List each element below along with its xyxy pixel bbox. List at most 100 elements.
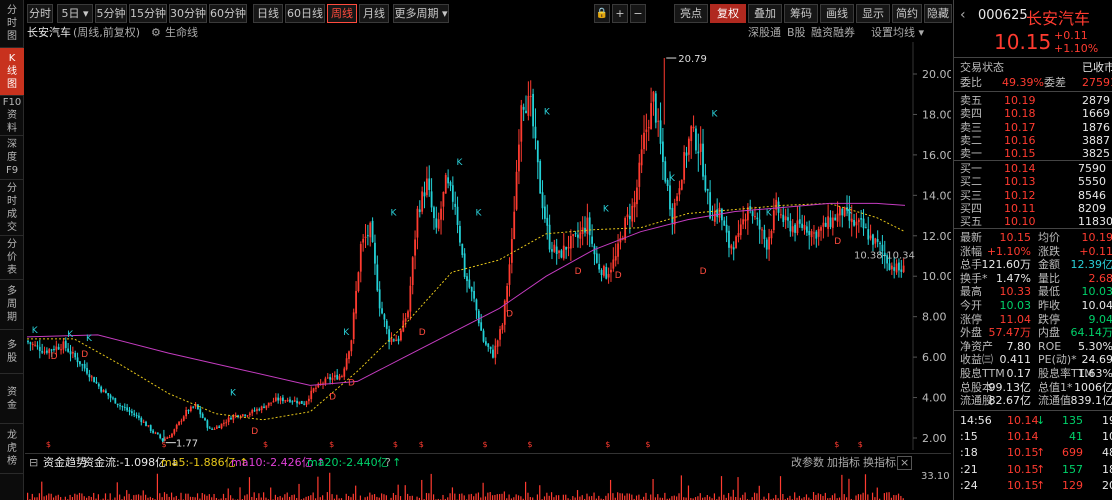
flow-bar xyxy=(581,495,583,500)
candle-body xyxy=(140,417,143,423)
nav-item-9[interactable]: 龙 虎 榜 xyxy=(0,424,24,474)
candle-body xyxy=(650,103,652,130)
candle-body xyxy=(123,407,126,409)
flow-bar xyxy=(508,494,510,500)
period-tab-5min[interactable]: 5分钟 xyxy=(95,4,127,23)
ask-row[interactable]: 卖二 10.16 3887 xyxy=(954,134,1112,147)
flow-bar xyxy=(145,494,147,500)
nav-item-7[interactable]: 多 股 xyxy=(0,330,24,374)
period-tab-week[interactable]: 周线 xyxy=(327,4,357,23)
bid-row[interactable]: 买三 10.12 8546 xyxy=(954,189,1112,202)
y-tick-label: 16.00 xyxy=(922,149,951,162)
d-signal-marker: D xyxy=(251,427,258,437)
more-periods-dropdown[interactable]: 更多周期 ▾ xyxy=(393,4,449,23)
nav-item-4[interactable]: 分 时 成 交 xyxy=(0,180,24,236)
flow-bar xyxy=(83,496,85,500)
stats-row: 净资产 7.80 ROE 5.30% xyxy=(954,340,1112,353)
candle-body xyxy=(175,424,178,429)
link-shengutong[interactable]: 深股通 xyxy=(748,25,781,41)
candle-body xyxy=(341,376,343,378)
display-button[interactable]: 显示 xyxy=(856,4,890,23)
candle-body xyxy=(579,232,582,239)
simple-button[interactable]: 简约 xyxy=(892,4,922,23)
flow-bar xyxy=(97,494,100,500)
adjust-rights-button[interactable]: 复权 xyxy=(710,4,746,23)
close-indicator-icon[interactable]: × xyxy=(897,456,913,470)
fund-flow-svg xyxy=(27,472,904,500)
candle-body xyxy=(45,350,48,353)
stock-name-label: 长安汽车 xyxy=(27,26,71,39)
ask-row[interactable]: 卖一 10.15 3825 xyxy=(954,147,1112,160)
candle-body xyxy=(430,191,433,208)
last-price-annotation: 10.38-10.34 xyxy=(854,251,915,262)
indicator-toggle-icon[interactable]: ⊟ xyxy=(29,454,38,472)
d-signal-marker: D xyxy=(419,328,426,338)
stats-row: 总股本 99.13亿 总值1* 1006亿 xyxy=(954,381,1112,394)
candle-body xyxy=(440,208,442,220)
flow-bar xyxy=(555,495,557,500)
bid-row[interactable]: 买一 10.14 7590 xyxy=(954,162,1112,175)
flow-bar xyxy=(586,493,588,500)
edit-params-button[interactable]: 改参数 xyxy=(791,454,824,472)
period-tab-30min[interactable]: 30分钟 xyxy=(169,4,207,23)
ask-row[interactable]: 卖四 10.18 1669 xyxy=(954,107,1112,120)
flow-bar xyxy=(697,496,699,500)
candle-body xyxy=(433,207,435,219)
period-tab-15min[interactable]: 15分钟 xyxy=(129,4,167,23)
bid-row[interactable]: 买二 10.13 5550 xyxy=(954,175,1112,188)
flow-bar xyxy=(883,493,885,500)
kline-chart[interactable]: 20.00 18.00 16.00 14.00 12.00 10.00 8.00 6.00 4.… xyxy=(25,42,954,450)
set-ma-dropdown[interactable]: 设置均线 ▾ xyxy=(871,25,924,41)
s-signal-marker: $ xyxy=(393,440,398,449)
back-chevron-icon[interactable]: ‹ xyxy=(960,7,966,23)
d-signal-marker: D xyxy=(834,237,841,247)
switch-indicator-button[interactable]: 换指标 xyxy=(863,454,896,472)
lifeline-toggle[interactable]: 生命线 xyxy=(165,25,198,41)
period-tab-day[interactable]: 日线 xyxy=(253,4,283,23)
nav-item-6[interactable]: 多 周 期 xyxy=(0,280,24,330)
period-tab-5day[interactable]: 5日 ▾ xyxy=(57,4,93,23)
candle-body xyxy=(657,120,660,122)
nav-item-1[interactable]: K 线 图 xyxy=(0,48,24,96)
period-tab-60day[interactable]: 60日线 xyxy=(285,4,325,23)
add-indicator-button[interactable]: 加指标 xyxy=(827,454,860,472)
link-bshare[interactable]: B股 xyxy=(787,25,806,41)
ask-row[interactable]: 卖三 10.17 1876 xyxy=(954,121,1112,134)
toolbar: 分时 5日 ▾ 5分钟 15分钟 30分钟 60分钟 日线 60日线 周线 月线… xyxy=(25,4,952,24)
indicator-tab[interactable]: 资金趋势 xyxy=(43,454,87,472)
zoom-in-button[interactable]: + xyxy=(612,4,628,23)
help-icon[interactable]: ? xyxy=(385,454,391,472)
chevron-down-icon: ▾ xyxy=(82,7,89,20)
flow-bar xyxy=(291,495,293,500)
link-margin[interactable]: 融资融券 xyxy=(811,25,855,41)
bid-row[interactable]: 买四 10.11 8209 xyxy=(954,202,1112,215)
nav-item-0[interactable]: 分 时 图 xyxy=(0,0,24,48)
nav-item-2[interactable]: F10 资 料 xyxy=(0,96,24,136)
candle-body xyxy=(204,418,206,421)
nav-item-8[interactable]: 资 金 xyxy=(0,374,24,424)
period-tab-month[interactable]: 月线 xyxy=(359,4,389,23)
chips-button[interactable]: 筹码 xyxy=(784,4,818,23)
draw-line-button[interactable]: 画线 xyxy=(820,4,854,23)
flow-bar xyxy=(855,495,857,500)
flow-bar xyxy=(175,495,177,500)
gear-icon[interactable]: ⚙ xyxy=(151,25,161,41)
period-tab-fenshi[interactable]: 分时 xyxy=(27,4,53,23)
bid-row[interactable]: 买五 10.10 11830 xyxy=(954,215,1112,228)
overlay-button[interactable]: 叠加 xyxy=(748,4,782,23)
candle-body xyxy=(496,340,499,347)
high-price-label: 20.79 xyxy=(678,54,707,65)
zoom-out-button[interactable]: − xyxy=(630,4,646,23)
ask-label: 卖一 xyxy=(960,147,982,161)
lock-icon[interactable]: 🔒 xyxy=(594,4,610,23)
tick-time: :24 xyxy=(960,478,978,492)
nav-item-5[interactable]: 分 价 表 xyxy=(0,236,24,280)
hide-button[interactable]: 隐藏 xyxy=(924,4,952,23)
candle-body xyxy=(758,219,761,230)
ask-row[interactable]: 卖五 10.19 2879 xyxy=(954,94,1112,107)
highlights-button[interactable]: 亮点 xyxy=(674,4,708,23)
candle-body xyxy=(95,381,98,384)
nav-item-3[interactable]: 深 度 F9 xyxy=(0,136,24,180)
candle-body xyxy=(791,226,794,233)
period-tab-60min[interactable]: 60分钟 xyxy=(209,4,247,23)
